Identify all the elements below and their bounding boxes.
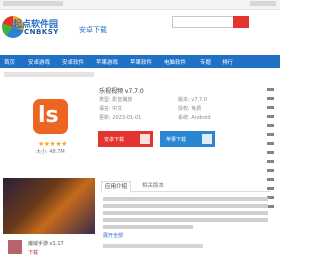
app-meta: 系统: Android xyxy=(178,115,211,121)
nav-item[interactable]: 首页 xyxy=(4,58,15,66)
app-size: 大小: 48.7M xyxy=(36,149,65,155)
description-line xyxy=(103,225,193,229)
site-tagline: 安卓下载 xyxy=(79,26,107,34)
expand-link[interactable]: 展开全部 xyxy=(103,232,123,239)
description-line xyxy=(103,197,268,201)
tab-versions[interactable]: 相关版本 xyxy=(139,181,167,191)
game-banner-image[interactable] xyxy=(3,178,95,234)
nav-item[interactable]: 排行 xyxy=(222,58,233,66)
logo-en-text: CNBKSY xyxy=(24,28,59,36)
top-bar xyxy=(0,0,280,10)
nav-item[interactable]: 安卓软件 xyxy=(62,58,84,66)
app-icon: ls xyxy=(33,99,68,134)
app-meta: 授权: 免费 xyxy=(178,106,202,112)
app-icon-letters: ls xyxy=(38,103,59,128)
recommend-sub[interactable]: 下载 xyxy=(28,249,38,256)
ios-download-button[interactable]: 苹果下载 xyxy=(160,131,215,147)
rating-stars: ★★★★★ xyxy=(38,140,67,148)
breadcrumb[interactable] xyxy=(4,72,94,77)
description-line xyxy=(103,211,268,215)
main-nav: 首页 安卓游戏 安卓软件 苹果游戏 苹果软件 电脑软件 专题 排行 xyxy=(0,55,280,68)
ios-download-label: 苹果下载 xyxy=(166,137,187,143)
nav-item[interactable]: 电脑软件 xyxy=(164,58,186,66)
nav-item[interactable]: 苹果软件 xyxy=(130,58,152,66)
description-line xyxy=(103,204,268,208)
section-line xyxy=(103,244,203,248)
app-meta: 版本: v7.7.0 xyxy=(178,97,207,103)
tab-intro[interactable]: 应用介绍 xyxy=(101,181,132,193)
top-bar-links[interactable] xyxy=(250,1,276,6)
app-meta: 更新: 2023-01-01 xyxy=(99,115,142,121)
description-line xyxy=(103,218,268,222)
detail-tabs: 应用介绍 相关版本 xyxy=(101,181,271,193)
nav-item[interactable]: 苹果游戏 xyxy=(96,58,118,66)
site-logo[interactable]: 起点软件园 CNBKSY xyxy=(0,12,82,42)
android-download-label: 安卓下载 xyxy=(104,137,125,143)
search-button[interactable] xyxy=(233,16,249,28)
qr-code-icon xyxy=(202,134,212,144)
search-input[interactable] xyxy=(172,16,234,28)
recommend-title[interactable]: 魔域手游 v1.17 xyxy=(28,240,64,247)
android-download-button[interactable]: 安卓下载 xyxy=(98,131,153,147)
app-title: 乐视视频 v7.7.0 xyxy=(99,88,144,95)
nav-item[interactable]: 专题 xyxy=(200,58,211,66)
nav-item[interactable]: 安卓游戏 xyxy=(28,58,50,66)
qr-code-icon xyxy=(140,134,150,144)
recommend-avatar[interactable] xyxy=(8,240,22,254)
top-bar-hint xyxy=(3,1,63,6)
app-meta: 类型: 影音播放 xyxy=(99,97,133,103)
app-meta: 语言: 中文 xyxy=(99,106,123,112)
